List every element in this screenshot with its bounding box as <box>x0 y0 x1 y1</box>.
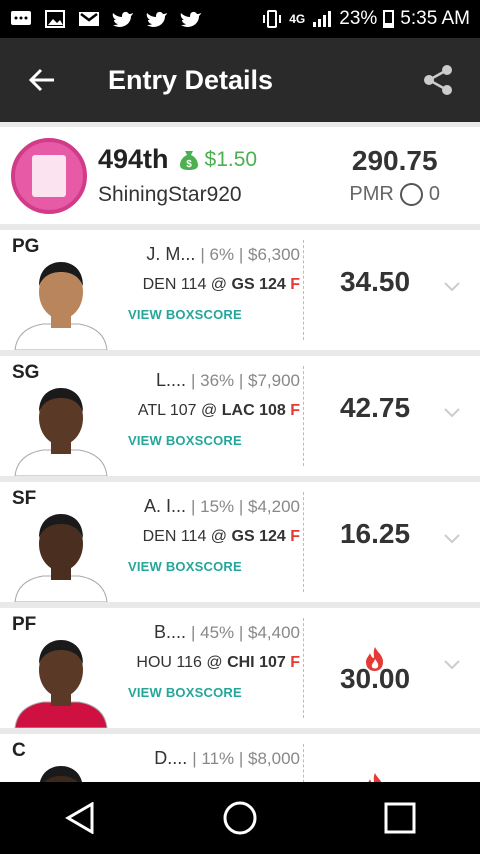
player-meta: | 15% | $4,200 <box>190 497 300 516</box>
nav-recents-icon <box>384 802 416 834</box>
home-team: CHI 107 <box>227 654 286 671</box>
player-name: A. I... <box>143 496 186 516</box>
player-photo <box>14 640 108 728</box>
share-button[interactable] <box>396 38 480 122</box>
svg-text:$: $ <box>186 159 192 170</box>
chevron-down-icon[interactable] <box>444 408 460 418</box>
player-row[interactable]: PG J. M... | 6% | $6,300 DEN 114 @ GS 124 … <box>0 230 480 350</box>
game-status-flag: F <box>290 402 300 419</box>
view-boxscore-link[interactable]: VIEW BOXSCORE <box>128 685 242 700</box>
nav-back-icon <box>65 802 94 834</box>
winnings: $ $1.50 <box>179 147 258 172</box>
player-photo <box>14 388 108 476</box>
player-meta: | 6% | $6,300 <box>200 245 300 264</box>
at-symbol: @ <box>210 528 228 545</box>
winnings-amount: $1.50 <box>204 147 258 171</box>
divider <box>303 240 304 340</box>
share-icon <box>424 65 452 95</box>
fantasy-points: 16.25 <box>339 518 411 549</box>
player-meta: | 36% | $7,900 <box>190 371 300 390</box>
twitter-icon <box>112 11 133 27</box>
nav-home-icon <box>223 801 257 835</box>
pmr-label: PMR <box>349 183 394 205</box>
username: ShiningStar920 <box>98 183 242 206</box>
fantasy-points: 42.75 <box>339 392 411 423</box>
vibrate-icon <box>263 10 282 28</box>
total-points: 290.75 <box>351 145 438 176</box>
image-icon <box>45 10 65 28</box>
game-status-flag: F <box>290 276 300 293</box>
view-boxscore-link[interactable]: VIEW BOXSCORE <box>128 307 242 322</box>
entry-summary: 494th $ $1.50 ShiningStar920 290.75 PMR … <box>0 127 480 224</box>
home-team: LAC 108 <box>221 402 286 419</box>
back-arrow-icon <box>29 68 54 92</box>
rank: 494th <box>98 144 169 174</box>
chevron-down-icon[interactable] <box>444 534 460 544</box>
away-team: DEN 114 <box>142 276 207 293</box>
avatar[interactable] <box>11 137 87 214</box>
chevron-down-icon[interactable] <box>444 660 460 670</box>
player-row[interactable]: SG L.... | 36% | $7,900 ATL 107 @ LAC 108 … <box>0 356 480 476</box>
nav-back-button[interactable] <box>40 782 120 854</box>
status-bar: 4G 23% 5:35 AM <box>0 0 480 38</box>
player-row[interactable]: PF B.... | 45% | $4,400 HOU 116 @ CHI 107 … <box>0 608 480 728</box>
clock: 5:35 AM <box>400 8 470 29</box>
player-name: D.... <box>154 748 188 768</box>
back-button[interactable] <box>0 38 84 122</box>
pmr-circle-icon <box>399 183 423 206</box>
network-type: 4G <box>289 12 306 26</box>
player-photo <box>14 514 108 602</box>
player-meta: | 45% | $4,400 <box>190 623 300 642</box>
away-team: ATL 107 <box>137 402 197 419</box>
player-name: L.... <box>155 370 186 390</box>
game-status-flag: F <box>290 654 300 671</box>
battery-icon <box>383 10 395 28</box>
divider <box>303 618 304 718</box>
fantasy-points: 34.50 <box>339 266 411 297</box>
at-symbol: @ <box>206 654 223 671</box>
player-name: B.... <box>153 622 186 642</box>
view-boxscore-link[interactable]: VIEW BOXSCORE <box>128 559 242 574</box>
battery-percent: 23% <box>339 8 378 29</box>
signal-icon <box>313 11 332 27</box>
twitter-icon <box>180 11 201 27</box>
divider <box>303 366 304 466</box>
nav-recents-button[interactable] <box>360 782 440 854</box>
message-icon <box>11 11 31 25</box>
pmr-value: 0 <box>428 183 440 205</box>
app-bar: Entry Details <box>0 38 480 122</box>
at-symbol: @ <box>210 276 228 293</box>
page-title: Entry Details <box>108 64 274 95</box>
view-boxscore-link[interactable]: VIEW BOXSCORE <box>128 433 242 448</box>
chevron-down-icon[interactable] <box>444 282 460 292</box>
player-row[interactable]: SF A. I... | 15% | $4,200 DEN 114 @ GS 124… <box>0 482 480 602</box>
away-team: HOU 116 <box>136 654 202 671</box>
fantasy-points: 30.00 <box>339 663 411 694</box>
player-photo <box>14 262 108 350</box>
home-team: GS 124 <box>231 528 286 545</box>
away-team: DEN 114 <box>142 528 207 545</box>
gmail-icon <box>79 12 99 26</box>
twitter-icon <box>146 11 167 27</box>
game-status-flag: F <box>290 528 300 545</box>
system-nav-bar <box>0 782 480 854</box>
home-team: GS 124 <box>231 276 286 293</box>
money-bag-icon: $ <box>179 150 198 170</box>
divider <box>303 492 304 592</box>
at-symbol: @ <box>201 402 218 419</box>
player-meta: | 11% | $8,000 <box>192 749 300 768</box>
avatar-image <box>32 154 66 197</box>
nav-home-button[interactable] <box>200 782 280 854</box>
player-name: J. M... <box>146 244 196 264</box>
